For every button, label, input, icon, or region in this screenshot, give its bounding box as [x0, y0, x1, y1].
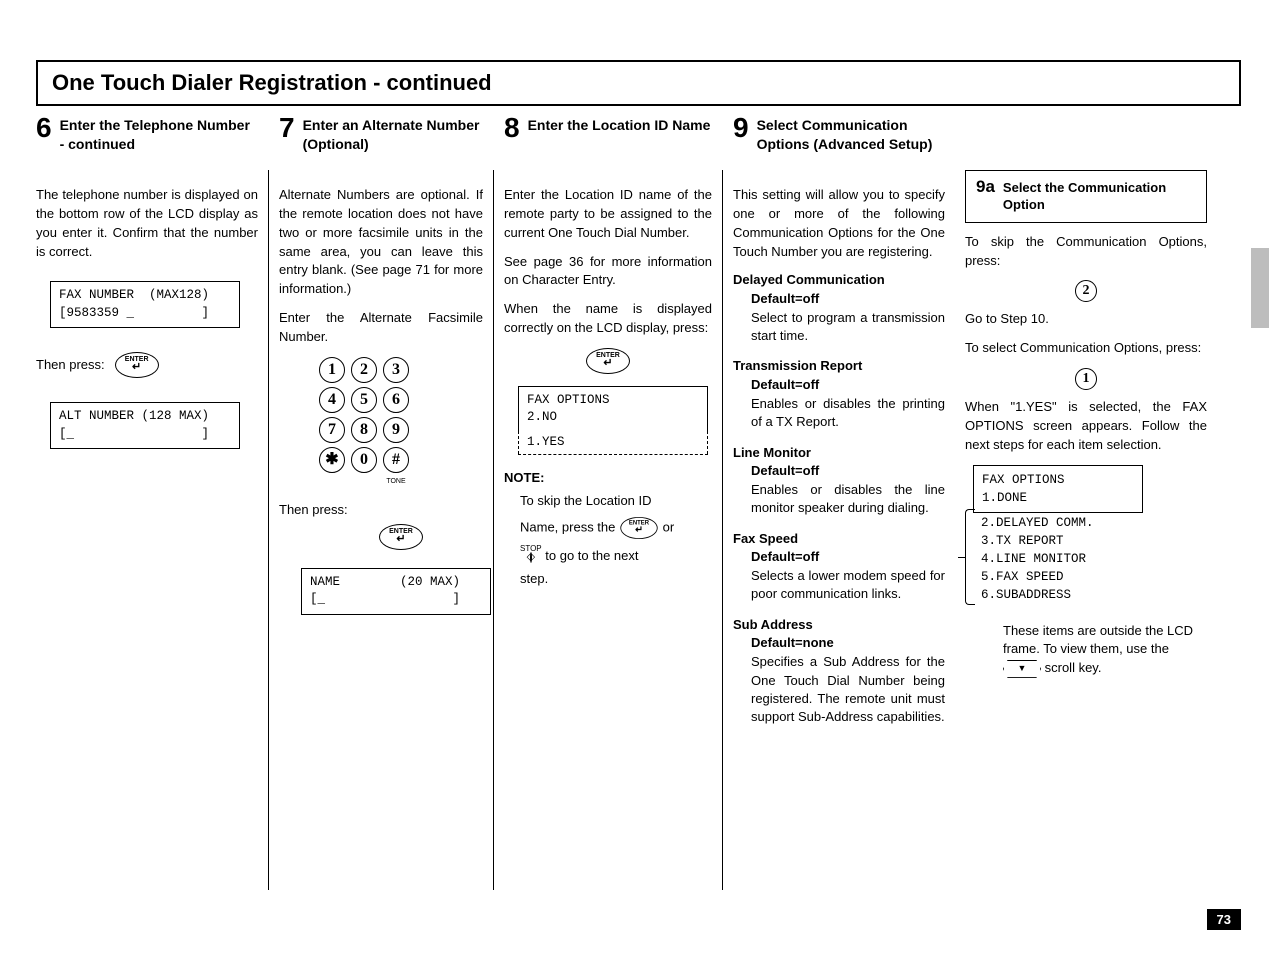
step-9a-title: Select the Communication Option [1003, 180, 1196, 214]
step-8-p3: When the name is displayed correctly on … [504, 300, 712, 338]
keypad-tone-label: TONE [383, 477, 409, 487]
lcd-fax-number: FAX NUMBER (MAX128) [9583359 _ ] [50, 281, 240, 328]
key-2: 2 [351, 357, 377, 383]
note-line-4: step. [520, 570, 712, 589]
lcd-fax-options-torn: FAX OPTIONS 2.NO 1.YES [518, 386, 708, 456]
step-9a-p1: To skip the Communication Options, press… [965, 233, 1207, 271]
step-6-title: Enter the Telephone Number - continued [60, 114, 258, 154]
step-6-then-press: Then press: ENTER [36, 352, 258, 378]
note-line-3: STOP to go to the next [520, 545, 712, 566]
col-step-7: 7 Enter an Alternate Number (Optional) A… [269, 114, 493, 890]
col-step-9a: 9a Select the Communication Option To sk… [955, 114, 1207, 890]
enter-key-icon: ENTER [620, 517, 657, 539]
brace-icon [965, 509, 975, 605]
fax-options-list: FAX OPTIONS 1.DONE 2.DELAYED COMM. 3.TX … [973, 465, 1207, 678]
note-line-2: Name, press the ENTER or [520, 515, 712, 541]
step-7-p1: Alternate Numbers are optional. If the r… [279, 186, 483, 299]
stop-key-icon: STOP [520, 545, 542, 562]
content-columns: 6 Enter the Telephone Number - continued… [36, 114, 1241, 890]
step-8-title: Enter the Location ID Name [528, 114, 711, 135]
key-5: 5 [351, 387, 377, 413]
col-step-6: 6 Enter the Telephone Number - continued… [36, 114, 268, 890]
opt-fax-speed: Fax Speed Default=off Selects a lower mo… [733, 530, 945, 604]
note-line-1: To skip the Location ID [520, 492, 712, 511]
lcd-alt-number: ALT NUMBER (128 MAX) [_ ] [50, 402, 240, 449]
step-9a-panel: 9a Select the Communication Option [965, 170, 1207, 223]
key-4: 4 [319, 387, 345, 413]
step-6-number: 6 [36, 114, 52, 142]
step-8-number: 8 [504, 114, 520, 142]
key-7: 7 [319, 417, 345, 443]
key-8: 8 [351, 417, 377, 443]
step-9a-p2: Go to Step 10. [965, 310, 1207, 329]
key-9: 9 [383, 417, 409, 443]
key-3: 3 [383, 357, 409, 383]
key-star: ✱ [319, 447, 345, 473]
step-8-heading: 8 Enter the Location ID Name [504, 114, 712, 170]
page-header-panel: One Touch Dialer Registration - continue… [36, 60, 1241, 106]
col-step-8: 8 Enter the Location ID Name Enter the L… [494, 114, 722, 890]
fax-options-overflow: 2.DELAYED COMM. 3.TX REPORT 4.LINE MONIT… [973, 513, 1143, 606]
enter-key-icon: ENTER [586, 348, 630, 374]
opt-delayed-comm: Delayed Communication Default=off Select… [733, 271, 945, 345]
bracket-note: These items are outside the LCD frame. T… [1003, 622, 1207, 679]
page-title: One Touch Dialer Registration - continue… [52, 70, 1225, 96]
step-9-number: 9 [733, 114, 749, 142]
step-7-heading: 7 Enter an Alternate Number (Optional) [279, 114, 483, 170]
note-label: NOTE: [504, 469, 712, 488]
step-7-title: Enter an Alternate Number (Optional) [303, 114, 483, 154]
step-9-title: Select Communication Options (Advanced S… [757, 114, 945, 154]
opt-tx-report: Transmission Report Default=off Enables … [733, 357, 945, 431]
lcd-name: NAME (20 MAX) [_ ] [301, 568, 491, 615]
step-9-intro: This setting will allow you to specify o… [733, 186, 945, 261]
step-6-p1: The telephone number is dis­played on th… [36, 186, 258, 261]
step-9-heading: 9 Select Communication Options (Advanced… [733, 114, 945, 170]
step-7-then-press: Then press: [279, 501, 483, 520]
side-tab [1251, 248, 1269, 328]
enter-key-icon: ENTER [379, 524, 423, 550]
opt-line-monitor: Line Monitor Default=off Enables or disa… [733, 444, 945, 518]
step-9a-p4: When "1.YES" is selected, the FAX OPTION… [965, 398, 1207, 455]
step-9a-number: 9a [976, 177, 995, 197]
step-6-heading: 6 Enter the Telephone Number - continued [36, 114, 258, 170]
key-6: 6 [383, 387, 409, 413]
step-8-p2: See page 36 for more informa­tion on Cha… [504, 253, 712, 291]
key-1: 1 [319, 357, 345, 383]
enter-key-icon: ENTER [115, 352, 159, 378]
numeric-keypad-icon: 1 2 3 4 5 6 7 8 9 ✱ [319, 357, 483, 487]
scroll-down-key-icon [1003, 660, 1041, 678]
key-2-icon: 2 [1075, 280, 1097, 302]
key-0: 0 [351, 447, 377, 473]
key-1-icon: 1 [1075, 368, 1097, 390]
col-step-9: 9 Select Communication Options (Advanced… [723, 114, 955, 890]
step-7-number: 7 [279, 114, 295, 142]
step-7-p2: Enter the Alternate Facsimile Number. [279, 309, 483, 347]
page-number: 73 [1207, 909, 1241, 930]
opt-sub-address: Sub Address Default=none Specifies a Sub… [733, 616, 945, 726]
step-8-p1: Enter the Location ID name of the remote… [504, 186, 712, 243]
step-9a-p3: To select Communication Op­tions, press: [965, 339, 1207, 358]
lcd-fax-options-frame: FAX OPTIONS 1.DONE [973, 465, 1143, 513]
key-pound: # [383, 447, 409, 473]
